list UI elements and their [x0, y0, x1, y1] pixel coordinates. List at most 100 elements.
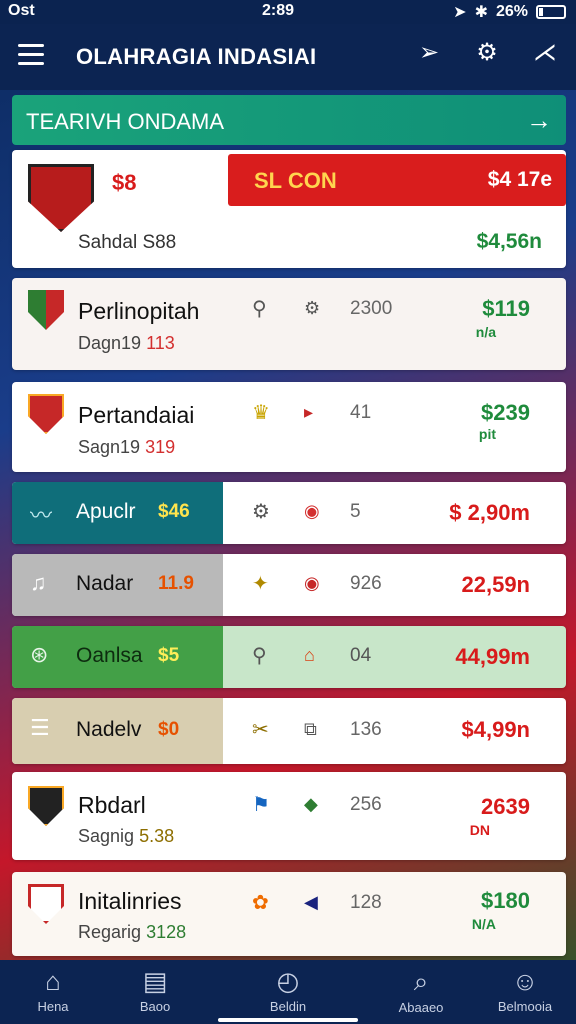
home-icon: ⌂ — [45, 966, 61, 996]
flag-icon: ⚑ — [252, 794, 270, 816]
home-icon: ⌂ — [304, 645, 315, 665]
team-sub: Regarig 3128 — [78, 922, 187, 942]
stat-number: 04 — [350, 645, 372, 666]
user-icon: ☺ — [511, 966, 539, 996]
team-crest-icon — [28, 884, 64, 924]
nav-home[interactable]: ⌂ Hena — [8, 966, 98, 1014]
team-crest-icon — [28, 290, 64, 330]
list-item[interactable]: 〰 Apuclr $46 ⚙ ◉ 5 $ 2,90m — [12, 482, 566, 544]
row-amount: 2639 — [481, 794, 530, 819]
eagle-icon: ✦ — [252, 573, 269, 595]
nav-news[interactable]: ▤ Baoo — [110, 966, 200, 1014]
app-actions: ➢ ⚙ ⋌ — [414, 38, 560, 67]
row-amount: $ 2,90m — [449, 500, 530, 525]
stat-number: 926 — [350, 573, 382, 594]
newspaper-icon: ▤ — [142, 966, 168, 996]
status-time: 2:89 — [262, 2, 295, 19]
nav-label: Hena — [37, 999, 69, 1014]
crown-icon: ♛ — [252, 402, 270, 424]
row-amount: 44,99m — [455, 644, 530, 669]
location-icon: ➤ — [453, 4, 467, 21]
bluetooth-icon: ✱ — [474, 4, 488, 21]
featured-sub: Sahdal S88 — [78, 232, 177, 253]
nav-label: Beldin — [269, 999, 307, 1014]
stat-number: 128 — [350, 892, 382, 913]
featured-card[interactable]: $8 SL CON $4 17e Sahdal S88 $4,56n — [12, 150, 566, 268]
app-bar: OLAHRAGIA INDASIAI ➢ ⚙ ⋌ — [0, 24, 576, 90]
row-unit: N/A — [471, 916, 496, 932]
pin-icon: ⚲ — [252, 298, 267, 320]
row-amount: $119 — [482, 296, 530, 321]
menu-icon[interactable] — [18, 44, 44, 66]
row-amount: $180 — [481, 888, 530, 913]
wave-icon: 〰 — [30, 503, 53, 528]
nav-label: Baoo — [139, 999, 171, 1014]
team-crest-icon — [28, 394, 64, 434]
gear-icon[interactable]: ⚙ — [472, 38, 502, 67]
list-item[interactable]: ⊛ Oanlsa $5 ⚲ ⌂ 04 44,99m — [12, 626, 566, 688]
menu-lines-icon: ☰ — [30, 715, 50, 740]
nav-label: Belmooia — [497, 999, 553, 1014]
target-icon: ⊛ — [30, 642, 49, 667]
team-name: Nadelv — [76, 718, 142, 741]
row-amount: $4,99n — [461, 717, 531, 742]
status-bar: Ost 2:89 ➤ ✱ 26% — [0, 0, 576, 24]
section-header[interactable]: TEARIVH ONDAMA → — [12, 95, 566, 145]
share-icon[interactable]: ⋌ — [530, 38, 560, 67]
banner-label: SL CON — [254, 168, 337, 193]
badge-icon: ⚙ — [252, 501, 270, 523]
stat-number: 41 — [350, 402, 372, 423]
copy-icon: ⧉ — [304, 719, 317, 739]
nav-profile[interactable]: ☺ Belmooia — [480, 966, 570, 1014]
stat-number: 5 — [350, 501, 361, 522]
list-item[interactable]: Initalinries Regarig 3128 ✿ ◀ 128 $180 N… — [12, 872, 566, 956]
stat-number: 256 — [350, 794, 382, 815]
list-item[interactable]: ♫ Nadar 11.9 ✦ ◉ 926 22,59n — [12, 554, 566, 616]
stat-number: 136 — [350, 719, 382, 740]
team-crest-icon — [28, 164, 94, 232]
team-sub: Dagn19 113 — [78, 333, 175, 353]
flag-icon: ▸ — [304, 402, 314, 422]
list-item[interactable]: Perlinopitah Dagn19 113 ⚲ ⚙ 2300 $119 n/… — [12, 278, 566, 370]
list-item[interactable]: Rbdarl Sagnig 5.38 ⚑ ◆ 256 2639 DN — [12, 772, 566, 860]
team-sub: Sagnig 5.38 — [78, 826, 175, 846]
team-name: Oanlsa — [76, 644, 143, 667]
row-unit: n/a — [475, 324, 496, 340]
flower-icon: ✿ — [252, 892, 269, 914]
record-icon: ◉ — [304, 573, 320, 593]
row-unit: DN — [469, 822, 490, 838]
row-amount: $239 — [481, 400, 530, 425]
arrow-right-icon[interactable]: → — [526, 105, 552, 136]
app-title: OLAHRAGIA INDASIAI — [76, 44, 317, 69]
badge-icon: ◆ — [304, 794, 318, 814]
back-icon: ◀ — [304, 892, 318, 912]
music-icon: ♫ — [30, 570, 47, 595]
featured-code: $8 — [112, 170, 137, 195]
banner-value: $4 17e — [487, 168, 552, 191]
nav-search[interactable]: ⌕ Abaaeo — [376, 966, 466, 1015]
stat-number: 2300 — [350, 298, 393, 319]
battery-icon — [536, 5, 566, 19]
list-item[interactable]: Pertandaiai Sagn19 319 ♛ ▸ 41 $239 pit — [12, 382, 566, 472]
send-icon[interactable]: ➢ — [414, 38, 444, 67]
featured-banner[interactable]: SL CON $4 17e — [228, 154, 566, 206]
pin-icon: ⚲ — [252, 645, 267, 667]
team-crest-icon — [28, 786, 64, 826]
signal-text: Ost — [8, 2, 35, 19]
nav-label: Abaaeo — [398, 1000, 444, 1015]
bottom-nav: ⌂ Hena ▤ Baoo ◴ Beldin ⌕ Abaaeo ☺ Belmoo… — [0, 960, 576, 1024]
row-unit: pit — [478, 426, 496, 442]
band-value: $46 — [158, 501, 190, 522]
clock-icon: ◴ — [276, 966, 300, 996]
list-item[interactable]: ☰ Nadelv $0 ✂ ⧉ 136 $4,99n — [12, 698, 566, 764]
battery-percent: 26% — [495, 3, 528, 20]
tool-icon: ✂ — [252, 719, 269, 741]
team-name: Rbdarl — [78, 792, 146, 818]
band-value: $0 — [158, 719, 180, 740]
gear-icon: ⚙ — [304, 298, 321, 318]
team-name: Nadar — [76, 572, 134, 595]
team-sub: Sagn19 319 — [78, 437, 176, 457]
status-icons: ➤ ✱ 26% — [453, 2, 566, 22]
nav-schedule[interactable]: ◴ Beldin — [243, 966, 333, 1014]
team-name: Pertandaiai — [78, 402, 195, 428]
